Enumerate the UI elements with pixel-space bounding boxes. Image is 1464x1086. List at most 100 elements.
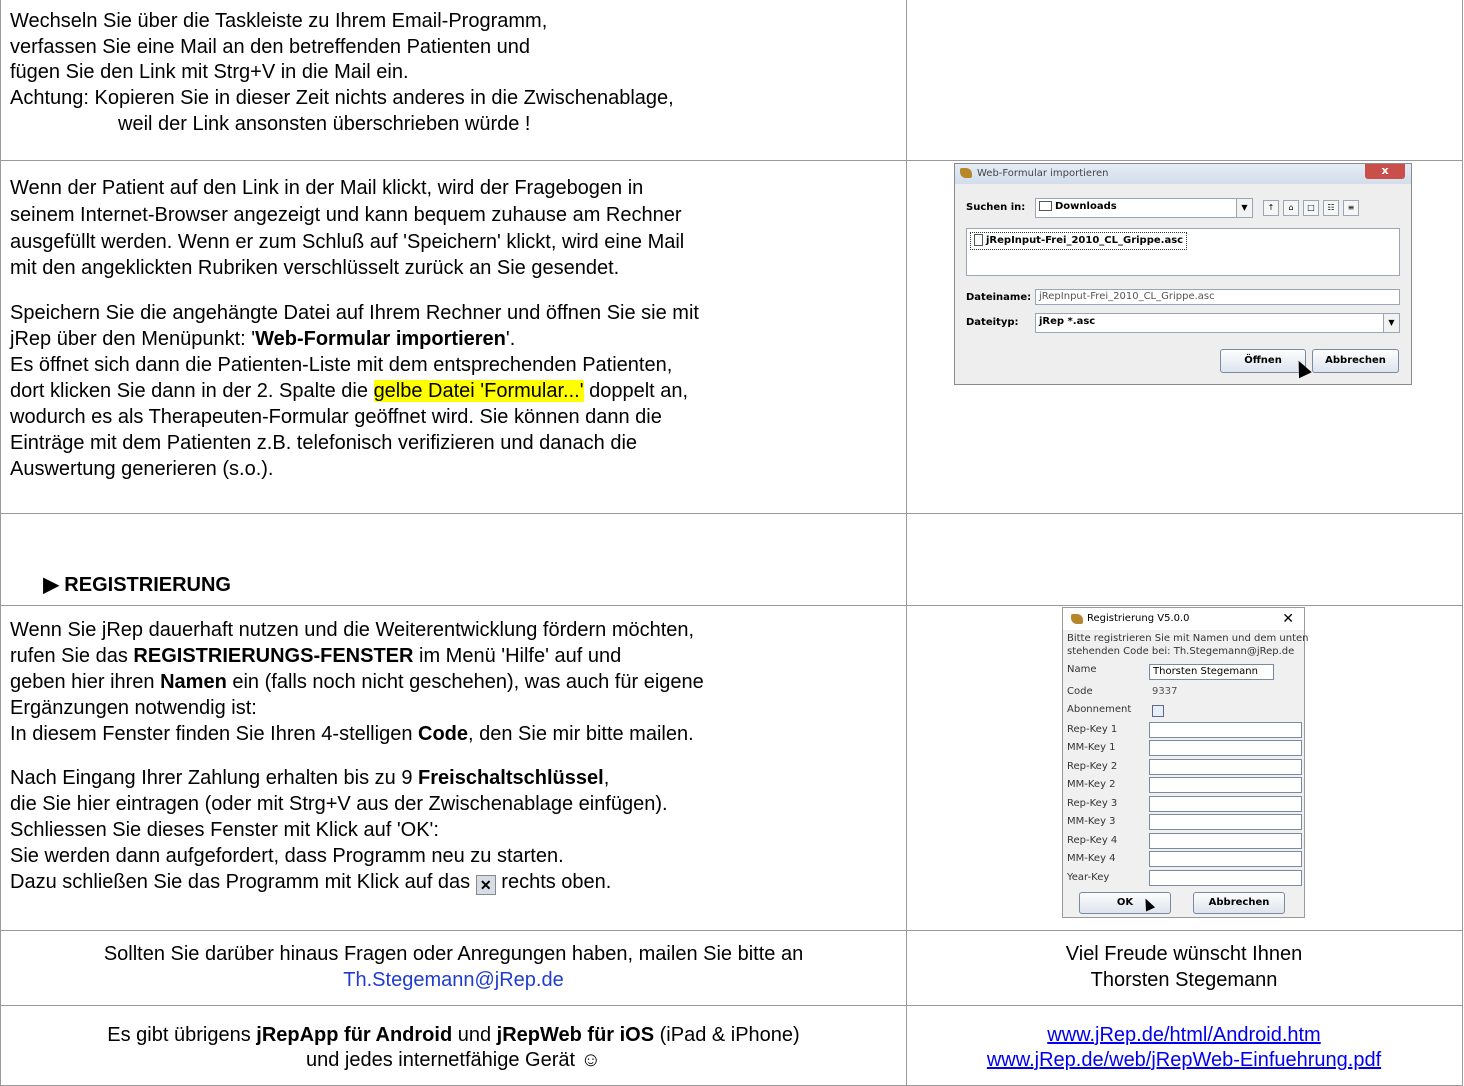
android-link[interactable]: www.jRep.de/html/Android.htm	[1047, 1024, 1320, 1046]
email-link[interactable]: Th.Stegemann@jRep.de	[1, 968, 906, 992]
key-input[interactable]	[1149, 851, 1302, 867]
cell-left: ▶ REGISTRIERUNG	[0, 514, 907, 605]
key-label: Year-Key	[1067, 872, 1110, 883]
row-email-instructions: Wechseln Sie über die Taskleiste zu Ihre…	[0, 0, 1463, 161]
cell-left: Wenn Sie jRep dauerhaft nutzen und die W…	[0, 606, 907, 930]
folder-icon	[1039, 201, 1052, 211]
close-icon[interactable]: ✕	[1282, 611, 1294, 627]
text-line: Viel Freude wünscht Ihnen	[1065, 943, 1303, 965]
signature: Thorsten Stegemann	[1090, 969, 1278, 991]
text-line: Wenn der Patient auf den Link in der Mai…	[10, 177, 644, 199]
dialog-title: Registrierung V5.0.0	[1087, 613, 1190, 624]
key-label: Rep-Key 1	[1067, 724, 1118, 735]
text-line: In diesem Fenster finden Sie Ihren 4-ste…	[10, 723, 694, 745]
key-label: Rep-Key 3	[1067, 798, 1118, 809]
chevron-down-icon[interactable]: ▼	[1383, 314, 1399, 332]
text-line: die Sie hier eintragen (oder mit Strg+V …	[10, 793, 668, 815]
filetype-combo[interactable]: jRep *.asc ▼	[1035, 313, 1400, 333]
file-item[interactable]: jRepInput-Frei_2010_CL_Grippe.asc	[970, 232, 1188, 250]
code-label: Code	[1067, 686, 1093, 697]
name-label: Name	[1067, 664, 1097, 675]
text-line: verfassen Sie eine Mail an den betreffen…	[10, 36, 530, 58]
text-line: Einträge mit dem Patienten z.B. telefoni…	[10, 432, 638, 454]
text-line: seinem Internet-Browser angezeigt und ka…	[10, 204, 682, 226]
abo-checkbox[interactable]	[1152, 705, 1164, 717]
text-line: Es öffnet sich dann die Patienten-Liste …	[10, 354, 673, 376]
text-line: geben hier ihren Namen ein (falls noch n…	[10, 671, 704, 693]
key-input[interactable]	[1149, 870, 1302, 886]
text-line: Achtung: Kopieren Sie in dieser Zeit nic…	[10, 87, 674, 109]
close-icon: ✕	[475, 875, 496, 895]
abo-label: Abonnement	[1067, 704, 1132, 715]
row-apps: Es gibt übrigens jRepApp für Android und…	[0, 1006, 1463, 1086]
text-line: Nach Eingang Ihrer Zahlung erhalten bis …	[10, 767, 610, 789]
details-view-icon[interactable]: ≡	[1343, 200, 1359, 216]
text-line: rufen Sie das REGISTRIERUNGS-FENSTER im …	[10, 645, 622, 667]
chevron-down-icon[interactable]: ▼	[1236, 199, 1252, 217]
filetype-label: Dateityp:	[966, 317, 1019, 328]
up-folder-icon[interactable]: ↑	[1263, 200, 1279, 216]
text-line: jRep über den Menüpunkt: 'Web-Formular i…	[10, 328, 516, 350]
cell-left: Wechseln Sie über die Taskleiste zu Ihre…	[0, 0, 907, 160]
dialog-title: Web-Formular importieren	[977, 168, 1109, 179]
file-icon	[974, 234, 983, 246]
code-value: 9337	[1152, 686, 1178, 697]
import-dialog-screenshot: Web-Formular importieren x Suchen in: Do…	[954, 163, 1412, 385]
new-folder-icon[interactable]: □	[1303, 200, 1319, 216]
text-line: Wenn Sie jRep dauerhaft nutzen und die W…	[10, 619, 695, 641]
key-label: Rep-Key 4	[1067, 835, 1118, 846]
highlighted-text: gelbe Datei 'Formular...'	[373, 380, 584, 402]
key-input[interactable]	[1149, 722, 1302, 738]
key-input[interactable]	[1149, 796, 1302, 812]
text-line: Auswertung generieren (s.o.).	[10, 458, 274, 480]
list-view-icon[interactable]: ☷	[1323, 200, 1339, 216]
text-line: dort klicken Sie dann in der 2. Spalte d…	[10, 380, 689, 402]
file-list[interactable]: jRepInput-Frei_2010_CL_Grippe.asc	[966, 228, 1400, 276]
key-input[interactable]	[1149, 833, 1302, 849]
key-label: Rep-Key 2	[1067, 761, 1118, 772]
look-in-label: Suchen in:	[966, 202, 1026, 213]
triangle-right-icon: ▶	[43, 574, 59, 596]
text-line: Dazu schließen Sie das Programm mit Klic…	[10, 871, 612, 895]
text-line: Speichern Sie die angehängte Datei auf I…	[10, 302, 699, 324]
cancel-button[interactable]: Abbrechen	[1312, 349, 1399, 373]
java-app-icon	[1071, 614, 1083, 624]
cell-right: www.jRep.de/html/Android.htm www.jRep.de…	[906, 1006, 1463, 1085]
filename-label: Dateiname:	[966, 292, 1032, 303]
cell-right	[906, 0, 1463, 160]
row-section-heading: ▶ REGISTRIERUNG	[0, 514, 1463, 606]
intro-text: stehenden Code bei: Th.Stegemann@jRep.de	[1067, 646, 1295, 657]
titlebar: Registrierung V5.0.0 ✕	[1063, 608, 1304, 630]
key-input[interactable]	[1149, 814, 1302, 830]
open-button[interactable]: Öffnen	[1220, 349, 1306, 373]
key-input[interactable]	[1149, 777, 1302, 793]
cell-left: Es gibt übrigens jRepApp für Android und…	[0, 1006, 907, 1085]
key-label: MM-Key 3	[1067, 816, 1116, 827]
name-input[interactable]: Thorsten Stegemann	[1149, 664, 1274, 680]
text-line: fügen Sie den Link mit Strg+V in die Mai…	[10, 61, 409, 83]
text-line: Wechseln Sie über die Taskleiste zu Ihre…	[10, 10, 548, 32]
cell-right	[906, 514, 1463, 605]
text-line: Schliessen Sie dieses Fenster mit Klick …	[10, 819, 439, 841]
key-label: MM-Key 1	[1067, 742, 1116, 753]
filename-input[interactable]: jRepInput-Frei_2010_CL_Grippe.asc	[1035, 289, 1400, 305]
text-line: weil der Link ansonsten überschrieben wü…	[118, 113, 531, 135]
look-in-combo[interactable]: Downloads ▼	[1035, 198, 1253, 218]
ok-button[interactable]: OK	[1079, 892, 1171, 914]
row-contact: Sollten Sie darüber hinaus Fragen oder A…	[0, 931, 1463, 1006]
key-input[interactable]	[1149, 759, 1302, 775]
key-input[interactable]	[1149, 740, 1302, 756]
key-label: MM-Key 2	[1067, 779, 1116, 790]
text-line: Es gibt übrigens jRepApp für Android und…	[107, 1024, 800, 1046]
cell-left: Sollten Sie darüber hinaus Fragen oder A…	[0, 931, 907, 1005]
java-app-icon	[960, 168, 972, 178]
cancel-button[interactable]: Abbrechen	[1193, 892, 1285, 914]
close-icon[interactable]: x	[1365, 164, 1405, 179]
home-icon[interactable]: ⌂	[1283, 200, 1299, 216]
text-line: mit den angeklickten Rubriken verschlüss…	[10, 257, 620, 279]
cell-left: Wenn der Patient auf den Link in der Mai…	[0, 161, 907, 513]
jrepweb-pdf-link[interactable]: www.jRep.de/web/jRepWeb-Einfuehrung.pdf	[987, 1049, 1381, 1071]
registration-dialog-screenshot: Registrierung V5.0.0 ✕ Bitte registriere…	[1062, 607, 1309, 918]
key-label: MM-Key 4	[1067, 853, 1116, 864]
text-line: ausgefüllt werden. Wenn er zum Schluß au…	[10, 231, 685, 253]
